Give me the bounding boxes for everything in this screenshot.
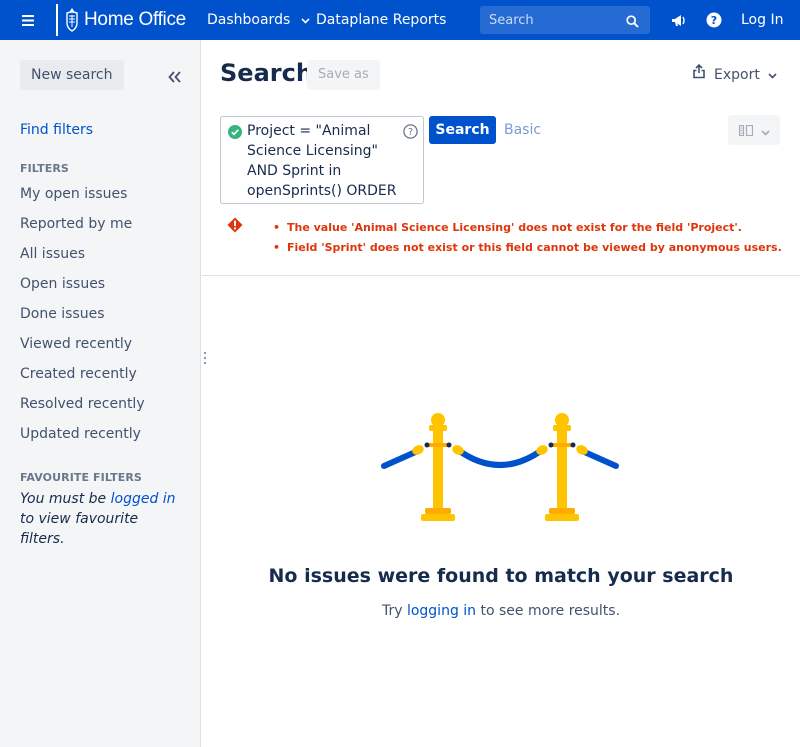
save-as-button[interactable]: Save as [307,60,380,90]
search-button[interactable]: Search [429,116,496,144]
jql-error-sprint: Field 'Sprint' does not exist or this fi… [273,238,782,258]
filter-my-open-issues[interactable]: My open issues [20,186,127,202]
home-office-logo[interactable]: Home Office [56,4,186,36]
share-icon [692,60,706,90]
page-title: Search [220,59,313,87]
search-icon[interactable] [626,13,639,32]
svg-text:?: ? [408,127,413,138]
favourite-filters-message: You must be logged in to view favourite … [20,489,185,549]
logo-bar [56,4,58,36]
favourite-prefix: You must be [20,491,111,507]
basic-mode-link[interactable]: Basic [504,116,541,144]
empty-suffix: to see more results. [476,603,621,619]
favourite-suffix: to view favourite filters. [20,511,139,547]
filter-resolved-recently[interactable]: Resolved recently [20,396,145,412]
megaphone-icon[interactable] [668,10,688,30]
chevron-down-icon [301,0,310,40]
collapse-sidebar-icon[interactable] [168,68,184,84]
nav-dashboards[interactable]: Dashboards [207,0,310,40]
empty-results-message: Try logging in to see more results. [202,603,800,619]
empty-results-title: No issues were found to match your searc… [268,565,734,587]
export-label: Export [714,67,760,83]
crest-icon [62,5,82,35]
sidebar-resize-handle[interactable] [203,350,207,366]
empty-login-link[interactable]: logging in [407,603,476,619]
svg-text:?: ? [711,14,717,27]
filters-heading: FILTERS [20,162,69,175]
empty-prefix: Try [381,603,407,619]
help-icon[interactable]: ? [704,10,724,30]
find-filters-link[interactable]: Find filters [20,122,93,138]
filter-created-recently[interactable]: Created recently [20,366,137,382]
favourite-login-link[interactable]: logged in [111,491,176,507]
filter-updated-recently[interactable]: Updated recently [20,426,141,442]
jql-query-text[interactable]: Project = "Animal Science Licensing" AND… [247,121,397,201]
chevron-down-icon [768,60,777,90]
filter-done-issues[interactable]: Done issues [20,306,105,322]
layout-switcher-button[interactable] [728,115,780,145]
favourite-filters-heading: FAVOURITE FILTERS [20,471,142,484]
export-button[interactable]: Export [692,60,777,90]
filter-reported-by-me[interactable]: Reported by me [20,216,132,232]
jql-query-editor[interactable]: Project = "Animal Science Licensing" AND… [220,116,424,204]
nav-dashboards-label: Dashboards [207,12,291,28]
login-link[interactable]: Log In [741,0,783,40]
sidebar: New search Find filters FILTERS My open … [0,40,201,747]
menu-icon[interactable] [18,12,38,28]
chevron-down-icon [760,121,770,140]
jql-error-list: The value 'Animal Science Licensing' doe… [273,218,782,258]
list-view-icon [738,121,753,140]
jql-error-project: The value 'Animal Science Licensing' doe… [273,218,782,238]
filter-open-issues[interactable]: Open issues [20,276,105,292]
nav-dataplane-reports[interactable]: Dataplane Reports [316,0,446,40]
empty-results-illustration [378,408,622,530]
check-circle-icon [228,124,242,143]
header-search [480,6,650,34]
new-search-button[interactable]: New search [20,60,124,90]
question-circle-icon[interactable]: ? [403,124,418,143]
error-icon [227,217,243,237]
filter-viewed-recently[interactable]: Viewed recently [20,336,132,352]
header-search-input[interactable] [480,6,650,34]
top-navigation: Home Office Dashboards Dataplane Reports… [0,0,800,40]
results-divider [202,275,800,276]
filter-all-issues[interactable]: All issues [20,246,85,262]
logo-text: Home Office [84,9,186,30]
